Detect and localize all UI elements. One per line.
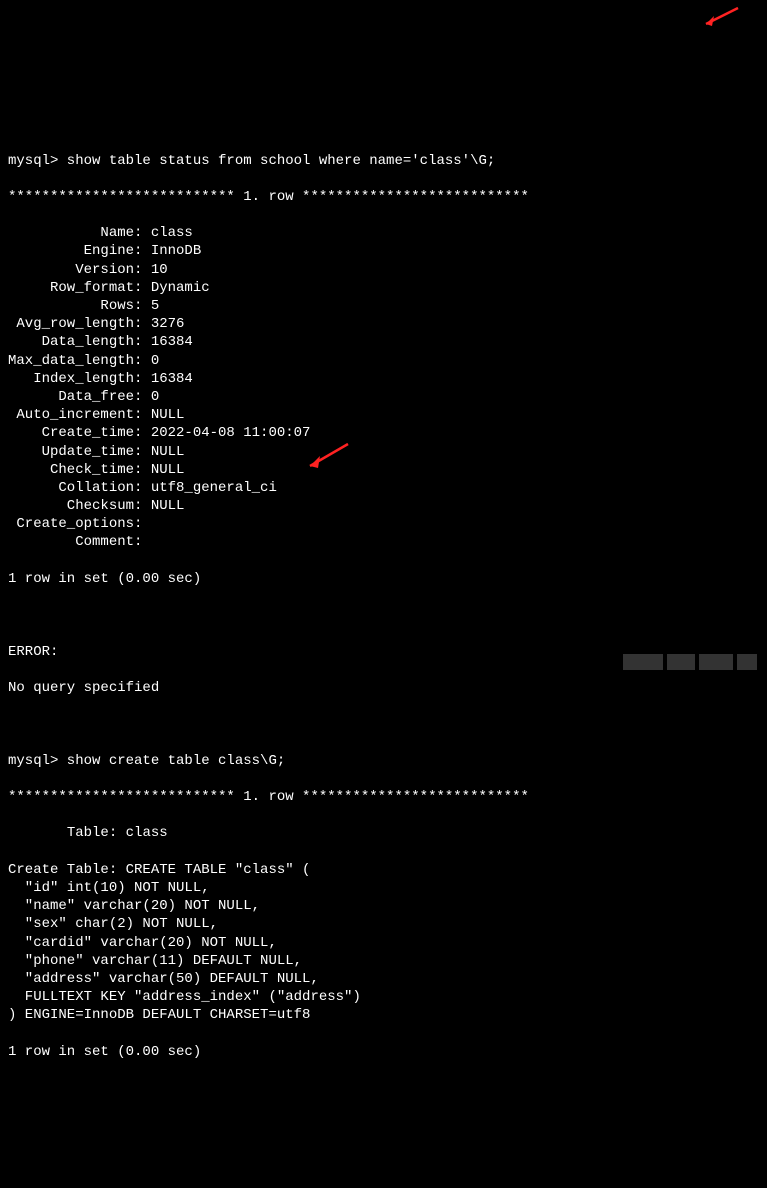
status-field-row: Checksum: NULL [8,497,759,515]
status-field-row: Data_length: 16384 [8,333,759,351]
create-table-line: ) ENGINE=InnoDB DEFAULT CHARSET=utf8 [8,1006,759,1024]
status-field-row: Create_time: 2022-04-08 11:00:07 [8,424,759,442]
result-summary: 1 row in set (0.00 sec) [8,1043,759,1061]
status-field-row: Collation: utf8_general_ci [8,479,759,497]
status-field-row: Version: 10 [8,261,759,279]
status-field-row: Comment: [8,533,759,551]
row-header: *************************** 1. row *****… [8,788,759,806]
table-name-line: Table: class [8,824,759,842]
status-field-row: Create_options: [8,515,759,533]
status-field-row: Name: class [8,224,759,242]
create-table-line: "phone" varchar(11) DEFAULT NULL, [8,952,759,970]
status-field-row: Check_time: NULL [8,461,759,479]
create-table-output: Create Table: CREATE TABLE "class" ( "id… [8,861,759,1025]
status-field-row: Index_length: 16384 [8,370,759,388]
status-field-row: Row_format: Dynamic [8,279,759,297]
create-table-line: "id" int(10) NOT NULL, [8,879,759,897]
status-field-row: Max_data_length: 0 [8,352,759,370]
status-field-row: Engine: InnoDB [8,242,759,260]
create-table-line: "cardid" varchar(20) NOT NULL, [8,934,759,952]
mysql-prompt-line[interactable]: mysql> show table status from school whe… [8,152,759,170]
status-field-row: Avg_row_length: 3276 [8,315,759,333]
status-field-row: Auto_increment: NULL [8,406,759,424]
mysql-prompt-line[interactable]: mysql> show create table class\G; [8,752,759,770]
row-header: *************************** 1. row *****… [8,188,759,206]
create-table-line: "name" varchar(20) NOT NULL, [8,897,759,915]
create-table-line: "address" varchar(50) DEFAULT NULL, [8,970,759,988]
status-field-row: Update_time: NULL [8,443,759,461]
create-table-line: Create Table: CREATE TABLE "class" ( [8,861,759,879]
status-field-row: Data_free: 0 [8,388,759,406]
status-field-row: Rows: 5 [8,297,759,315]
blank-line [8,715,759,733]
redacted-watermark [606,636,757,672]
result-summary: 1 row in set (0.00 sec) [8,570,759,588]
create-table-line: "sex" char(2) NOT NULL, [8,915,759,933]
table-status-output: Name: class Engine: InnoDB Version: 10 R… [8,224,759,551]
annotation-arrow-icon [700,6,740,30]
create-table-line: FULLTEXT KEY "address_index" ("address") [8,988,759,1006]
blank-line [8,606,759,624]
